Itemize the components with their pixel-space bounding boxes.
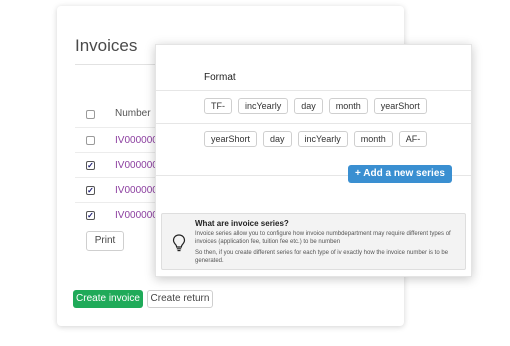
info-text: So then, if you create different series … (195, 250, 449, 256)
page-title: Invoices (75, 36, 138, 55)
invoice-number-link[interactable]: IV000000 (115, 185, 158, 196)
lightbulb-icon (172, 234, 186, 252)
series-row[interactable]: yearShort day incYearly month AF- (204, 131, 428, 147)
format-token: day (294, 98, 323, 114)
row-divider (75, 202, 155, 203)
invoice-series-panel: Format TF- incYearly day month yearShort… (155, 44, 472, 277)
row-checkbox[interactable] (86, 136, 95, 145)
format-token: TF- (204, 98, 232, 114)
series-row[interactable]: TF- incYearly day month yearShort (204, 98, 427, 114)
format-token: yearShort (204, 131, 258, 147)
format-token: month (328, 98, 368, 114)
info-text: generated. (195, 258, 224, 264)
add-series-button[interactable]: + Add a new series (348, 165, 452, 183)
row-divider (75, 152, 155, 153)
row-divider (75, 177, 155, 178)
info-text: invoices (application fee, tuition fee e… (195, 239, 341, 245)
format-token: incYearly (238, 98, 289, 114)
row-divider (156, 123, 471, 124)
invoice-number-link[interactable]: IV000000 (115, 160, 158, 171)
row-divider (75, 127, 155, 128)
format-token: AF- (398, 131, 428, 147)
create-invoice-button[interactable]: Create invoice (73, 290, 143, 308)
format-token: day (263, 131, 292, 147)
format-token: incYearly (297, 131, 348, 147)
info-box: What are invoice series? Invoice series … (161, 213, 466, 270)
select-all-checkbox[interactable] (86, 110, 95, 119)
invoice-number-link[interactable]: IV000000 (115, 135, 158, 146)
create-return-button[interactable]: Create return (147, 290, 213, 308)
info-title: What are invoice series? (195, 219, 289, 228)
row-checkbox[interactable]: ✓ (86, 186, 95, 195)
info-text: Invoice series allow you to configure ho… (195, 231, 451, 237)
row-checkbox[interactable]: ✓ (86, 211, 95, 220)
column-header-number: Number (115, 108, 151, 119)
invoice-number-link[interactable]: IV000000 (115, 210, 158, 221)
header-divider (156, 90, 471, 91)
print-button[interactable]: Print (86, 231, 124, 251)
row-checkbox[interactable]: ✓ (86, 161, 95, 170)
format-token: yearShort (373, 98, 427, 114)
format-header: Format (204, 72, 236, 83)
format-token: month (353, 131, 393, 147)
